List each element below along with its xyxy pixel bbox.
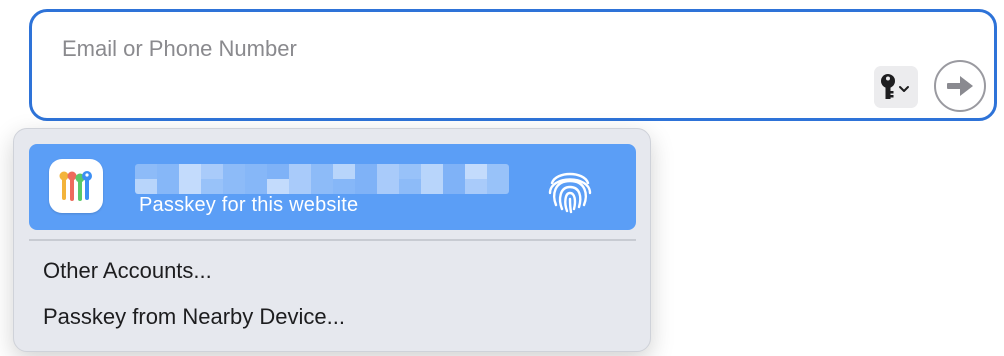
menu-item-passkey-nearby-device[interactable]: Passkey from Nearby Device...	[43, 304, 345, 330]
key-icon	[881, 74, 909, 99]
arrow-right-icon	[947, 76, 973, 96]
email-or-phone-input[interactable]	[62, 36, 822, 62]
passwords-app-icon	[49, 159, 103, 213]
continue-button[interactable]	[934, 60, 986, 112]
passkey-autofill-popup: Passkey for this website Other Accounts.…	[13, 128, 651, 352]
menu-item-other-accounts[interactable]: Other Accounts...	[43, 258, 212, 284]
redacted-account-name	[135, 164, 509, 194]
passkey-entry-row[interactable]: Passkey for this website	[29, 144, 636, 230]
chevron-down-icon	[899, 86, 909, 92]
popup-divider	[29, 239, 636, 241]
passkey-subtitle: Passkey for this website	[139, 194, 359, 216]
passwords-key-menu-button[interactable]	[874, 66, 918, 108]
login-field[interactable]	[29, 9, 997, 121]
touch-id-fingerprint-icon	[548, 172, 592, 214]
